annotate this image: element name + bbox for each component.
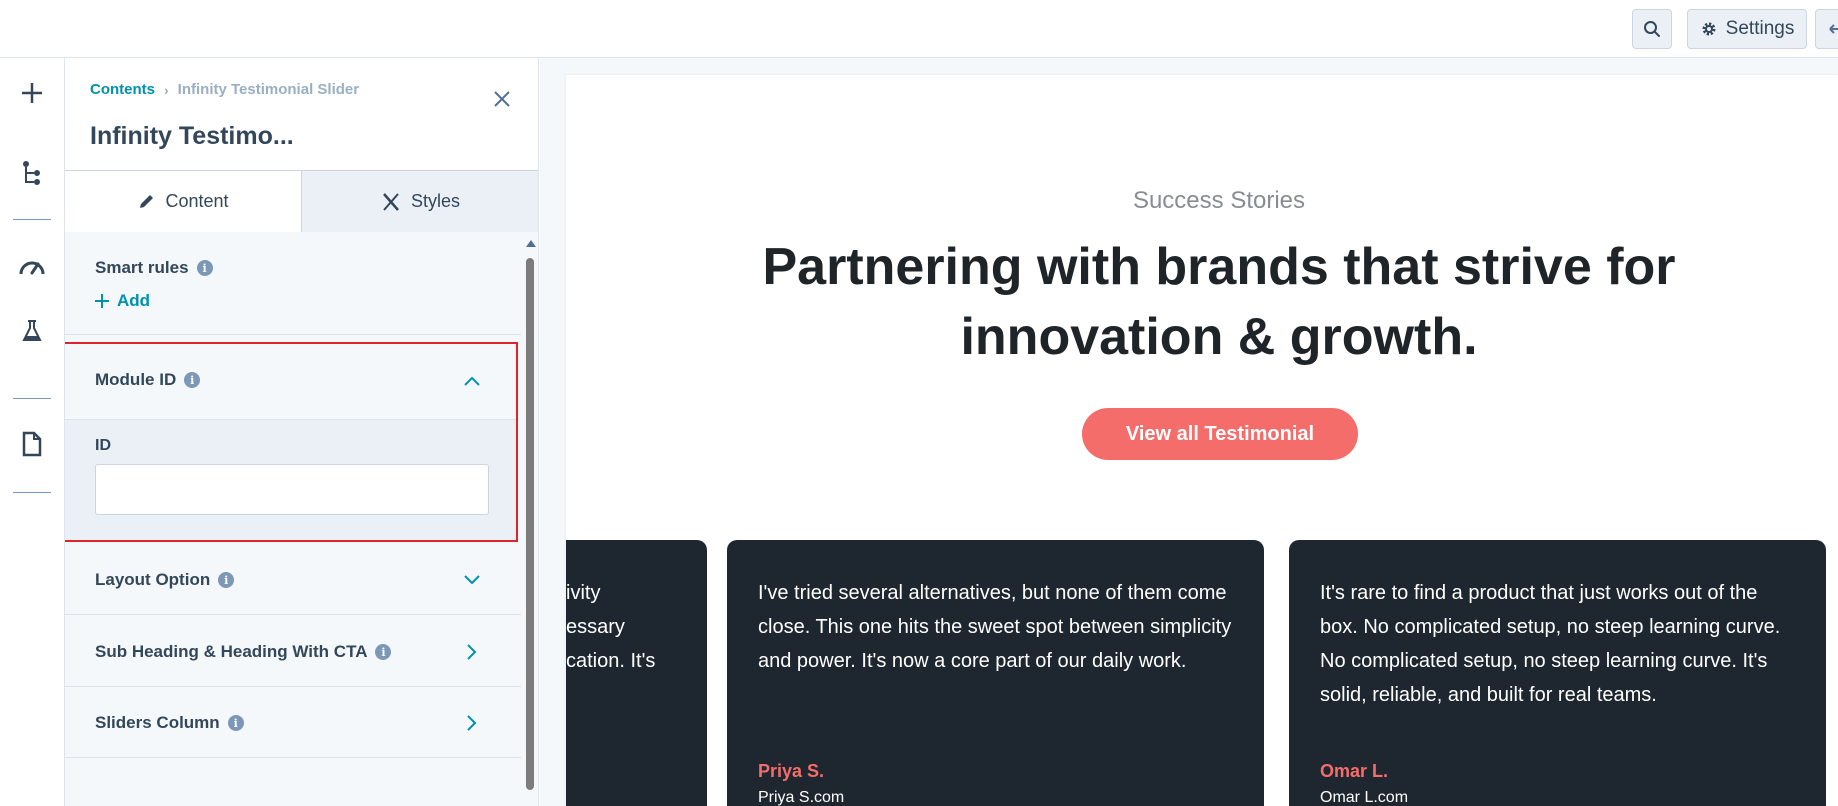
info-icon[interactable]: i — [375, 644, 392, 660]
info-icon[interactable]: i — [184, 372, 201, 388]
breadcrumb-current: Infinity Testimonial Slider — [177, 81, 360, 98]
chevron-right-icon[interactable] — [460, 711, 484, 735]
plus-icon — [95, 294, 109, 308]
search-icon — [1644, 21, 1660, 37]
smart-rules-section: Smart rules i Add — [65, 232, 521, 335]
settings-button[interactable]: Settings — [1687, 9, 1807, 49]
panel-scrollbar[interactable] — [523, 232, 537, 806]
breadcrumb: Contents › Infinity Testimonial Slider — [90, 81, 359, 98]
chevron-up-icon[interactable] — [460, 369, 484, 393]
layers-button[interactable] — [12, 153, 52, 193]
page-button[interactable] — [12, 424, 52, 464]
preview-canvas[interactable]: Success Stories Partnering with brands t… — [566, 75, 1838, 806]
page-preview: Success Stories Partnering with brands t… — [540, 58, 1838, 806]
section-subheading: Success Stories — [1132, 187, 1306, 214]
add-label: Add — [117, 291, 151, 310]
info-icon[interactable]: i — [218, 572, 235, 588]
testimonial-card[interactable]: It's rare to find a product that just wo… — [1289, 540, 1826, 806]
info-icon[interactable]: i — [227, 715, 244, 731]
sub-heading-cta-label: Sub Heading & Heading With CTA — [95, 642, 368, 661]
undo-button[interactable] — [1815, 9, 1838, 49]
chevron-right-icon: › — [164, 81, 169, 98]
add-icon — [22, 83, 42, 103]
performance-button[interactable] — [12, 246, 52, 286]
pencil-icon — [140, 194, 154, 208]
sub-heading-cta-section[interactable]: Sub Heading & Heading With CTA i — [65, 616, 521, 687]
add-smart-rule-button[interactable]: Add — [95, 291, 150, 311]
flask-icon — [22, 320, 42, 341]
left-rail — [0, 58, 65, 806]
module-id-section: Module ID i ID — [65, 342, 518, 542]
chevron-right-icon[interactable] — [460, 640, 484, 664]
tab-content-label: Content — [165, 191, 229, 211]
brush-icon — [383, 192, 399, 211]
scrollbar-thumb[interactable] — [526, 258, 534, 790]
scroll-up-arrow[interactable] — [526, 240, 536, 247]
testimonial-author: Omar L. — [1320, 761, 1389, 781]
close-panel-button[interactable] — [489, 86, 515, 112]
settings-label: Settings — [1725, 18, 1795, 39]
gear-icon — [1702, 22, 1716, 36]
view-all-testimonial-button[interactable]: View all Testimonial — [1082, 408, 1358, 460]
testimonial-company: Priya S.com — [758, 789, 845, 806]
layout-option-label: Layout Option — [95, 570, 211, 589]
testimonial-card[interactable]: I've tried several alternatives, but non… — [727, 540, 1264, 806]
panel-header: Contents › Infinity Testimonial Slider I… — [65, 58, 538, 170]
testimonial-company: Omar L.com — [1320, 789, 1409, 806]
panel-scroll-area[interactable]: Smart rules i Add Module ID i ID Layout … — [65, 232, 521, 806]
document-icon — [22, 431, 42, 457]
test-button[interactable] — [12, 311, 52, 351]
sub-heading-cta-heading: Sub Heading & Heading With CTA i — [95, 642, 392, 662]
tab-styles-label: Styles — [410, 191, 461, 211]
module-id-header[interactable]: Module ID i — [65, 344, 516, 420]
top-bar: Settings — [0, 0, 1838, 58]
module-id-label: Module ID — [95, 370, 177, 389]
panel-title: Infinity Testimo... — [90, 122, 294, 150]
search-button[interactable] — [1632, 9, 1672, 49]
testimonial-author: Priya S. — [758, 761, 825, 781]
sliders-column-section[interactable]: Sliders Column i — [65, 687, 521, 758]
module-id-heading: Module ID i — [95, 370, 201, 390]
add-module-button[interactable] — [12, 73, 52, 113]
close-icon — [494, 91, 510, 107]
layout-option-section[interactable]: Layout Option i — [65, 544, 521, 615]
rail-divider — [13, 492, 51, 493]
module-id-input[interactable] — [95, 464, 489, 515]
breadcrumb-contents-link[interactable]: Contents — [90, 81, 155, 98]
rail-divider — [13, 219, 51, 220]
tab-styles[interactable]: Styles — [302, 171, 538, 232]
sliders-column-heading: Sliders Column i — [95, 713, 244, 733]
panel-tabs: Content Styles — [65, 170, 538, 232]
sliders-column-label: Sliders Column — [95, 713, 220, 732]
speedometer-icon — [19, 261, 45, 275]
id-field-label: ID — [95, 437, 111, 454]
chevron-down-icon[interactable] — [460, 568, 484, 592]
layout-option-heading: Layout Option i — [95, 570, 235, 590]
testimonial-quote: It's rare to find a product that just wo… — [1320, 582, 1781, 706]
info-icon[interactable]: i — [196, 260, 213, 276]
testimonial-card[interactable]: ivity essary cation. It's — [566, 540, 707, 806]
tab-content[interactable]: Content — [65, 171, 302, 232]
smart-rules-heading: Smart rules i — [95, 258, 213, 278]
module-editor-panel: Contents › Infinity Testimonial Slider I… — [65, 58, 539, 806]
section-heading: Partnering with brands that strive for i… — [762, 238, 1676, 366]
tree-icon — [23, 161, 40, 185]
rail-divider — [13, 398, 51, 399]
smart-rules-label: Smart rules — [95, 258, 189, 277]
undo-icon — [1829, 24, 1838, 34]
testimonial-quote: I've tried several alternatives, but non… — [758, 582, 1232, 672]
testimonial-quote: ivity essary cation. It's — [566, 582, 656, 672]
